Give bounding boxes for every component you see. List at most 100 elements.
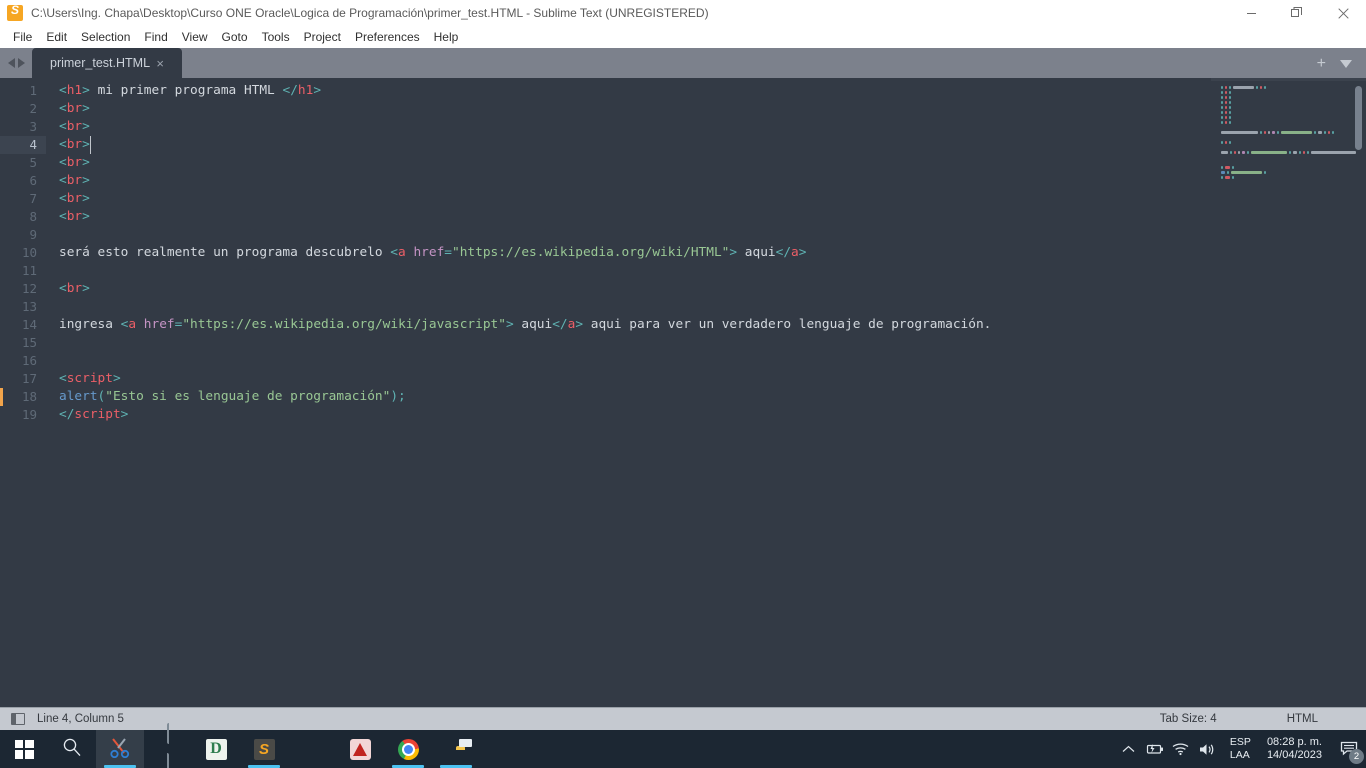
menu-item-tools[interactable]: Tools — [255, 28, 297, 46]
code-line[interactable]: <br> — [59, 100, 1211, 118]
window-controls — [1228, 0, 1366, 26]
code-token-punct: ); — [390, 389, 406, 404]
tab-size-indicator[interactable]: Tab Size: 4 — [1160, 713, 1217, 725]
code-line[interactable]: <br> — [59, 172, 1211, 190]
minimap-token — [1221, 111, 1223, 114]
menu-item-edit[interactable]: Edit — [39, 28, 74, 46]
search-button[interactable] — [48, 730, 96, 768]
code-token-tag: a — [791, 245, 799, 260]
code-token-punct: < — [59, 101, 67, 116]
menu-item-selection[interactable]: Selection — [74, 28, 137, 46]
code-line[interactable] — [59, 352, 1211, 370]
code-line[interactable]: alert("Esto si es lenguaje de programaci… — [59, 388, 1211, 406]
calculator[interactable] — [144, 723, 192, 768]
code-line[interactable] — [59, 226, 1211, 244]
code-line[interactable]: <br> — [59, 154, 1211, 172]
minimap-token — [1293, 151, 1297, 154]
minimap-line — [1221, 111, 1366, 114]
speaker-icon[interactable] — [1194, 730, 1220, 768]
tab-close-icon[interactable]: × — [150, 57, 170, 70]
code-line[interactable]: <br> — [59, 190, 1211, 208]
code-token-punct: > — [82, 137, 90, 152]
code-token-punct: </ — [552, 317, 568, 332]
code-token-attr: href — [413, 245, 445, 260]
editor-tab[interactable]: primer_test.HTML × — [32, 48, 182, 78]
sidebar-toggle-icon[interactable] — [11, 713, 25, 725]
menu-item-help[interactable]: Help — [427, 28, 466, 46]
code-line[interactable]: será esto realmente un programa descubre… — [59, 244, 1211, 262]
minimap-line — [1221, 126, 1366, 129]
code-token-tag: script — [66, 371, 113, 386]
chevron-up-icon[interactable] — [1116, 730, 1142, 768]
code-line[interactable]: <br> — [59, 136, 1211, 154]
close-icon[interactable] — [1320, 0, 1366, 26]
notification-icon[interactable]: 2 — [1332, 730, 1366, 768]
minimap-token — [1234, 151, 1236, 154]
clock-time: 08:28 p. m. — [1266, 736, 1322, 748]
minimap-line — [1221, 121, 1366, 124]
dia-app[interactable]: D — [192, 730, 240, 768]
minimap-rows — [1221, 86, 1366, 179]
menu-item-find[interactable]: Find — [137, 28, 174, 46]
minimap-scrollbar[interactable] — [1355, 86, 1362, 150]
line-number: 10 — [21, 245, 37, 260]
code-line[interactable]: </script> — [59, 406, 1211, 424]
code-token-punct: < — [59, 191, 67, 206]
code-area[interactable]: <h1> mi primer programa HTML </h1> <br> <b… — [46, 78, 1211, 707]
minimap-line — [1221, 131, 1366, 134]
minimap-top-divider — [1211, 78, 1366, 81]
google-chrome[interactable] — [384, 730, 432, 768]
minimap-line — [1221, 86, 1366, 89]
code-line[interactable]: <br> — [59, 208, 1211, 226]
code-token-punct: > — [82, 83, 90, 98]
code-line[interactable] — [59, 334, 1211, 352]
language-indicator[interactable]: ESP LAA — [1220, 736, 1257, 762]
chevron-right-icon[interactable] — [18, 58, 25, 68]
chrome-icon — [397, 738, 419, 760]
syntax-indicator[interactable]: HTML — [1287, 713, 1318, 725]
line-number: 14 — [21, 317, 37, 332]
calculator-icon — [166, 723, 170, 768]
restore-icon[interactable] — [1274, 0, 1320, 26]
start-button[interactable] — [0, 730, 48, 768]
code-line[interactable]: ingresa <a href="https://es.wikipedia.or… — [59, 316, 1211, 334]
minimap-token — [1229, 111, 1231, 114]
microsoft-edge[interactable] — [288, 730, 336, 768]
chevron-left-icon[interactable] — [8, 58, 15, 68]
code-editor[interactable]: 1 2 3 4 5 6 7 8 9 10 11 12 13 14 15 16 17 18 19 <h1> mi pr… — [0, 78, 1366, 707]
file-explorer[interactable] — [432, 730, 480, 768]
code-token-punct: > — [112, 371, 121, 386]
code-line[interactable] — [59, 262, 1211, 280]
line-number: 19 — [21, 407, 37, 422]
clock[interactable]: 08:28 p. m. 14/04/2023 — [1257, 736, 1332, 762]
code-token-tag: a — [128, 317, 137, 332]
battery-icon[interactable] — [1142, 730, 1168, 768]
text-caret — [89, 136, 91, 154]
code-token-punct: < — [59, 83, 67, 98]
minimap-token — [1221, 166, 1223, 169]
minimap[interactable] — [1211, 78, 1366, 707]
code-token-tag: br — [66, 209, 83, 224]
autocad[interactable] — [336, 730, 384, 768]
new-tab-button[interactable]: + — [1317, 56, 1326, 72]
minimize-icon[interactable] — [1228, 0, 1274, 26]
sublime-text[interactable]: S — [240, 730, 288, 768]
title-bar: C:\Users\Ing. Chapa\Desktop\Curso ONE Or… — [0, 0, 1366, 26]
code-line[interactable]: <br> — [59, 280, 1211, 298]
code-line[interactable]: <h1> mi primer programa HTML </h1> — [59, 82, 1211, 100]
code-line[interactable]: <script> — [59, 370, 1211, 388]
menu-item-preferences[interactable]: Preferences — [348, 28, 427, 46]
menu-item-view[interactable]: View — [175, 28, 215, 46]
menu-item-goto[interactable]: Goto — [215, 28, 255, 46]
code-line[interactable] — [59, 298, 1211, 316]
menu-item-project[interactable]: Project — [297, 28, 348, 46]
minimap-token — [1324, 131, 1326, 134]
tab-bar: primer_test.HTML × + — [0, 48, 1366, 78]
wifi-icon[interactable] — [1168, 730, 1194, 768]
snipping-tool[interactable] — [96, 730, 144, 768]
code-line[interactable]: <br> — [59, 118, 1211, 136]
menu-item-file[interactable]: File — [6, 28, 39, 46]
menu-bar: File Edit Selection Find View Goto Tools Projec… — [0, 26, 1366, 48]
chevron-down-icon[interactable] — [1340, 60, 1352, 68]
